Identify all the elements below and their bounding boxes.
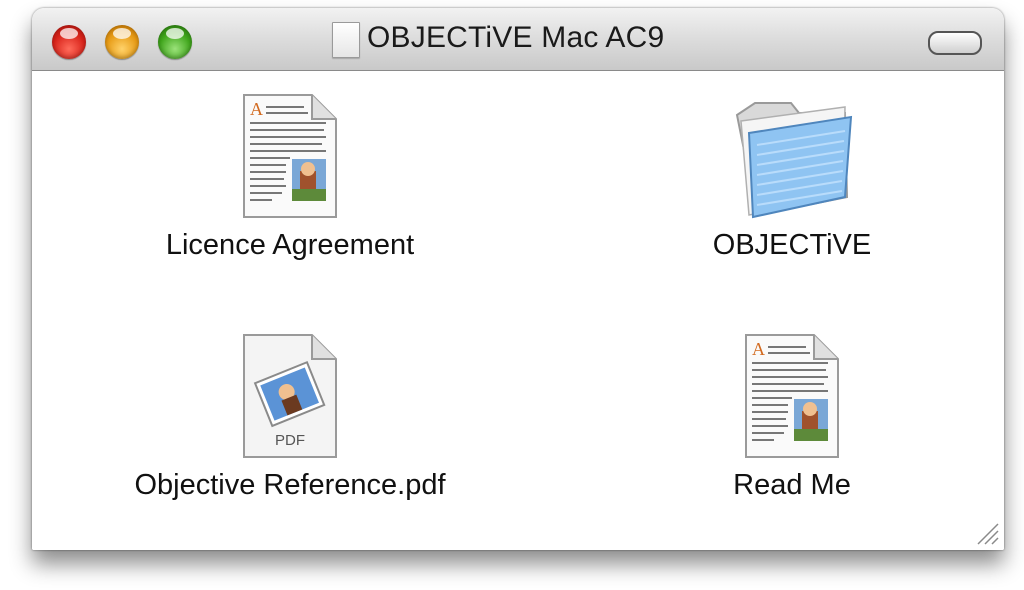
file-licence-agreement[interactable]: A Licence Agreement xyxy=(120,93,460,262)
file-objective-reference-pdf[interactable]: PDF Objective Reference.pdf xyxy=(90,333,490,502)
file-label: Read Me xyxy=(733,469,851,501)
toolbar-toggle-button[interactable] xyxy=(928,31,982,55)
finder-content: A Licence Agreement OBJECTiVE PDF Object… xyxy=(32,71,1004,550)
title-bar[interactable]: OBJECTiVE Mac AC9 xyxy=(32,8,1004,71)
pdf-badge: PDF xyxy=(275,432,305,449)
zoom-button[interactable] xyxy=(158,25,192,59)
folder-icon xyxy=(735,102,853,219)
text-document-icon: A xyxy=(243,94,337,218)
proxy-disk-icon[interactable] xyxy=(332,22,360,58)
finder-window: OBJECTiVE Mac AC9 A Licence Agreement OB… xyxy=(32,8,1004,550)
resize-grip-icon[interactable] xyxy=(972,518,1000,546)
text-document-icon: A xyxy=(745,334,839,458)
minimize-button[interactable] xyxy=(105,25,139,59)
pdf-document-icon: PDF xyxy=(243,334,337,458)
file-label: Licence Agreement xyxy=(165,229,415,261)
window-title: OBJECTiVE Mac AC9 xyxy=(367,21,665,54)
folder-objective[interactable]: OBJECTiVE xyxy=(662,93,922,262)
svg-text:A: A xyxy=(250,99,263,119)
svg-text:A: A xyxy=(752,339,765,359)
file-read-me[interactable]: A Read Me xyxy=(662,333,922,502)
folder-label: OBJECTiVE xyxy=(712,229,872,261)
close-button[interactable] xyxy=(52,25,86,59)
file-label: Objective Reference.pdf xyxy=(134,469,446,501)
